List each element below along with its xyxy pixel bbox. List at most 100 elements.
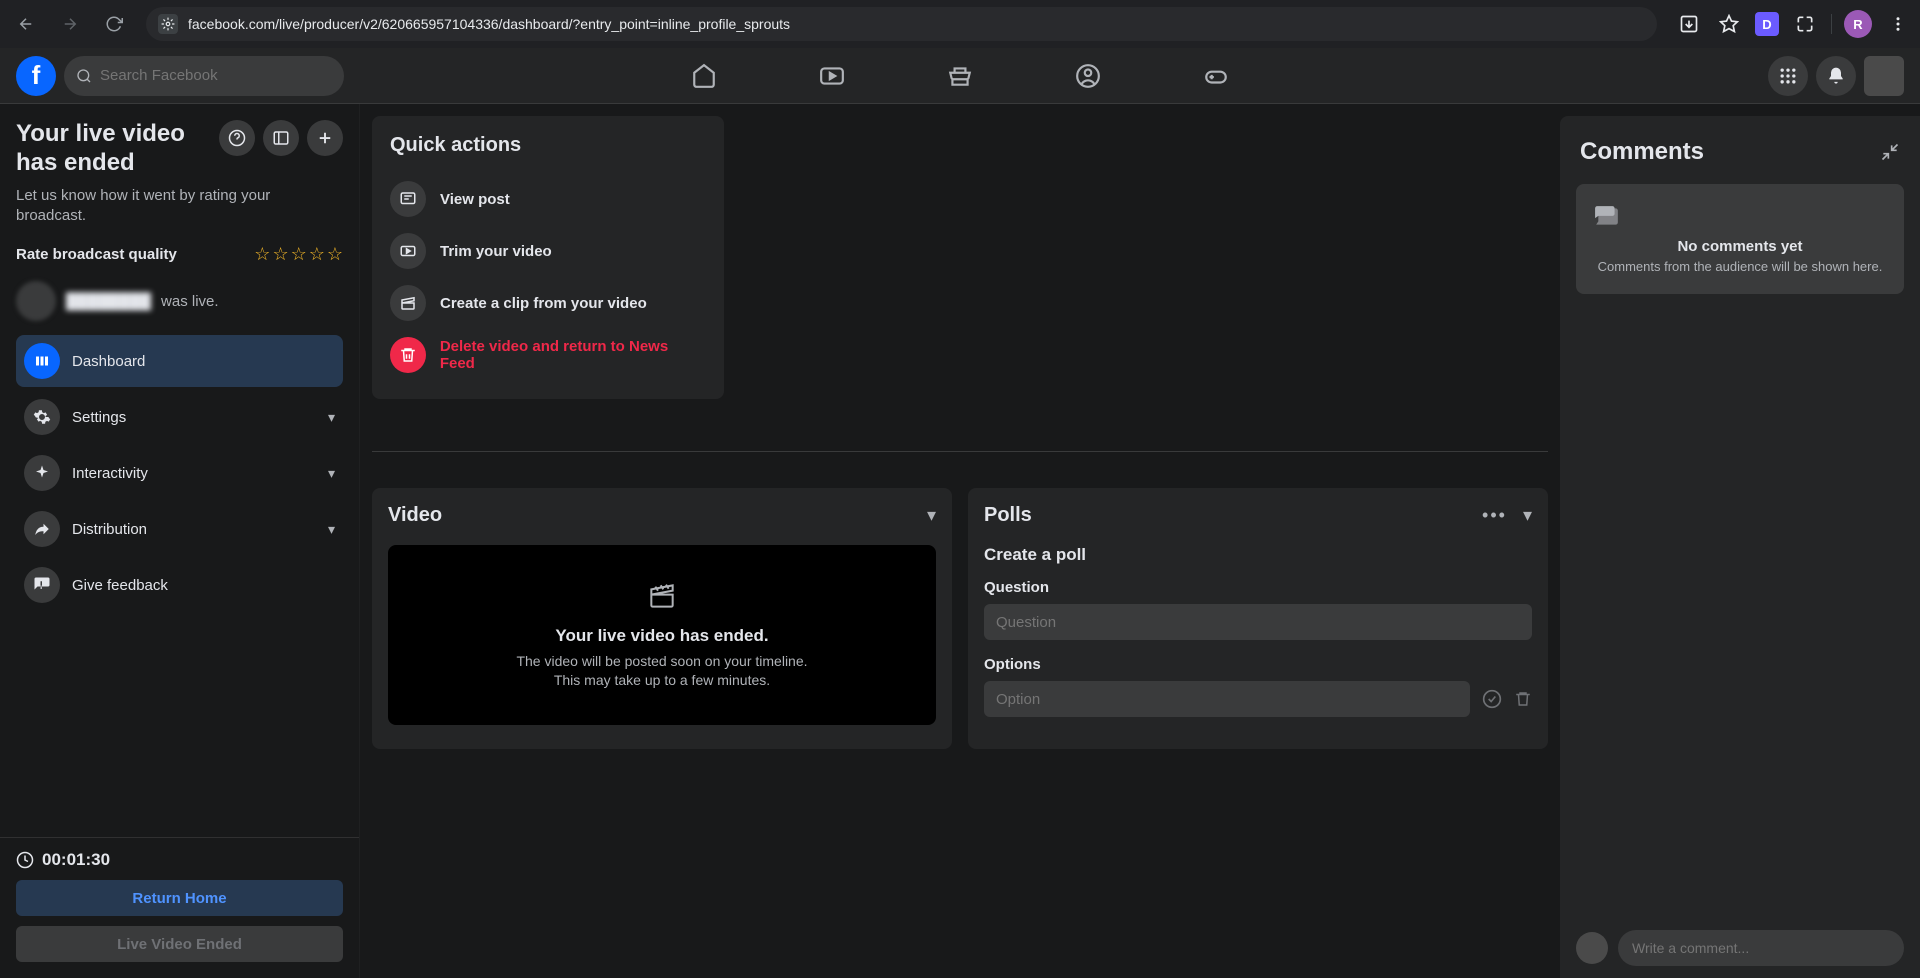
collapse-icon[interactable] — [1880, 142, 1900, 162]
quickaction-label: Create a clip from your video — [440, 295, 647, 312]
quickaction-trim[interactable]: Trim your video — [390, 225, 706, 277]
extensions-puzzle-icon[interactable] — [1791, 10, 1819, 38]
create-poll-heading: Create a poll — [984, 545, 1532, 565]
question-label: Question — [984, 579, 1532, 596]
live-ended-button: Live Video Ended — [16, 926, 343, 962]
quickaction-view-post[interactable]: View post — [390, 173, 706, 225]
notifications-button[interactable] — [1816, 56, 1856, 96]
quickaction-delete[interactable]: Delete video and return to News Feed — [390, 329, 706, 381]
browser-reload-button[interactable] — [96, 6, 132, 42]
profile-button[interactable] — [1864, 56, 1904, 96]
browser-chrome: facebook.com/live/producer/v2/6206659571… — [0, 0, 1920, 48]
sidebar-item-label: Give feedback — [72, 577, 168, 594]
sparkle-icon — [24, 455, 60, 491]
quickaction-label: Trim your video — [440, 243, 552, 260]
bookmark-star-icon[interactable] — [1715, 10, 1743, 38]
comments-empty-state: No comments yet Comments from the audien… — [1576, 184, 1904, 294]
video-ended-sub: The video will be posted soon on your ti… — [512, 652, 812, 690]
share-icon — [24, 511, 60, 547]
menu-grid-button[interactable] — [1768, 56, 1808, 96]
gear-icon — [24, 399, 60, 435]
main-content: Quick actions View post Trim your video — [372, 116, 1556, 978]
star-1-icon[interactable]: ☆ — [254, 244, 270, 265]
extension-icon[interactable]: D — [1755, 12, 1779, 36]
comments-icon — [1594, 204, 1886, 230]
install-icon[interactable] — [1675, 10, 1703, 38]
chevron-down-icon: ▾ — [328, 521, 335, 538]
quickaction-clip[interactable]: Create a clip from your video — [390, 277, 706, 329]
video-card: Video ▾ Your live video has ended. The v… — [372, 488, 952, 749]
browser-forward-button[interactable] — [52, 6, 88, 42]
user-avatar — [16, 281, 56, 321]
sidebar-item-label: Dashboard — [72, 353, 145, 370]
rate-label: Rate broadcast quality — [16, 246, 177, 263]
star-4-icon[interactable]: ☆ — [309, 244, 325, 265]
quick-actions-title: Quick actions — [390, 134, 706, 157]
feedback-icon — [24, 567, 60, 603]
star-2-icon[interactable]: ☆ — [272, 244, 288, 265]
tab-video[interactable] — [808, 52, 856, 100]
sidebar-item-settings[interactable]: Settings ▾ — [16, 391, 343, 443]
site-settings-icon[interactable] — [158, 14, 178, 34]
return-home-button[interactable]: Return Home — [16, 880, 343, 916]
sidebar-title: Your live video has ended — [16, 120, 211, 178]
post-icon — [390, 181, 426, 217]
header-tabs — [680, 52, 1240, 100]
sidebar-item-feedback[interactable]: Give feedback — [16, 559, 343, 611]
rating-stars[interactable]: ☆ ☆ ☆ ☆ ☆ — [254, 244, 343, 265]
search-icon — [76, 68, 92, 84]
clapper-icon — [390, 285, 426, 321]
chevron-down-icon[interactable]: ▾ — [927, 505, 936, 526]
section-divider — [372, 451, 1548, 452]
add-icon[interactable] — [307, 120, 343, 156]
user-name: ████████ — [66, 293, 151, 310]
trash-icon — [390, 337, 426, 373]
quick-actions-card: Quick actions View post Trim your video — [372, 116, 724, 399]
clock-icon — [16, 851, 34, 869]
user-row[interactable]: ████████ was live. — [16, 281, 343, 321]
comments-empty-sub: Comments from the audience will be shown… — [1594, 259, 1886, 274]
option-input[interactable] — [984, 681, 1470, 717]
tab-gaming[interactable] — [1192, 52, 1240, 100]
correct-option-icon[interactable] — [1482, 689, 1502, 709]
sidebar-item-label: Interactivity — [72, 465, 148, 482]
browser-profile-avatar[interactable]: R — [1844, 10, 1872, 38]
comments-title: Comments — [1580, 138, 1704, 166]
search-input-wrap[interactable] — [64, 56, 344, 96]
more-icon[interactable]: ••• — [1482, 505, 1507, 526]
trim-icon — [390, 233, 426, 269]
video-ended-title: Your live video has ended. — [555, 626, 768, 646]
quickaction-label: Delete video and return to News Feed — [440, 338, 706, 372]
tab-marketplace[interactable] — [936, 52, 984, 100]
options-label: Options — [984, 656, 1532, 673]
url-text: facebook.com/live/producer/v2/6206659571… — [188, 16, 1645, 32]
delete-option-icon[interactable] — [1514, 690, 1532, 708]
help-icon[interactable] — [219, 120, 255, 156]
chevron-down-icon: ▾ — [328, 465, 335, 482]
star-5-icon[interactable]: ☆ — [327, 244, 343, 265]
tab-home[interactable] — [680, 52, 728, 100]
browser-menu-icon[interactable] — [1884, 10, 1912, 38]
polls-card: Polls ••• ▾ Create a poll Question Optio… — [968, 488, 1548, 749]
polls-card-title: Polls — [984, 504, 1032, 527]
sidebar-item-interactivity[interactable]: Interactivity ▾ — [16, 447, 343, 499]
video-card-title: Video — [388, 504, 442, 527]
search-input[interactable] — [100, 67, 332, 84]
question-input[interactable] — [984, 604, 1532, 640]
tab-groups[interactable] — [1064, 52, 1112, 100]
url-bar[interactable]: facebook.com/live/producer/v2/6206659571… — [146, 7, 1657, 41]
quickaction-label: View post — [440, 191, 510, 208]
sidebar-item-label: Settings — [72, 409, 126, 426]
sidebar-item-label: Distribution — [72, 521, 147, 538]
panel-icon[interactable] — [263, 120, 299, 156]
comment-input[interactable] — [1618, 930, 1904, 966]
star-3-icon[interactable]: ☆ — [291, 244, 307, 265]
facebook-logo[interactable]: f — [16, 56, 56, 96]
sidebar-item-dashboard[interactable]: Dashboard — [16, 335, 343, 387]
clapper-icon — [646, 580, 678, 612]
browser-back-button[interactable] — [8, 6, 44, 42]
sidebar-item-distribution[interactable]: Distribution ▾ — [16, 503, 343, 555]
sidebar-subtitle: Let us know how it went by rating your b… — [16, 186, 343, 227]
comment-avatar — [1576, 932, 1608, 964]
chevron-down-icon[interactable]: ▾ — [1523, 505, 1532, 526]
